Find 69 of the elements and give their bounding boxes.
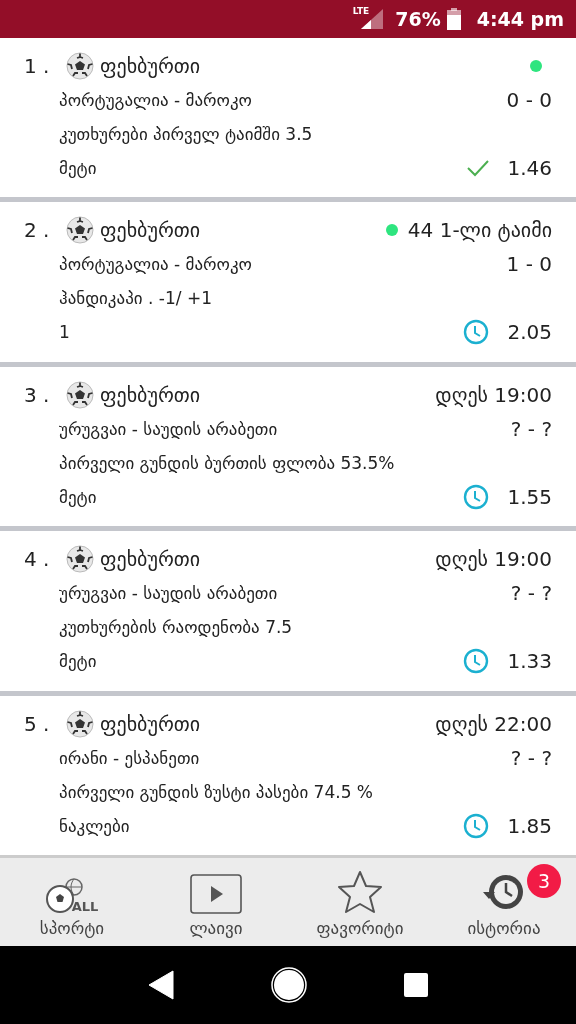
match-time: დღეს 19:00 <box>435 547 552 572</box>
nav-tab[interactable]: ლაივი <box>144 858 288 946</box>
bet-market: კუთხურების რაოდენობა 7.5 <box>59 617 293 638</box>
bet-card[interactable]: 3 . ფეხბურთი დღეს 19:00 ურუგვაი - საუდის არაბეთი ? - ? პირველი გუნდის ბურთის ფლობა 53.5% მეტი 1.55 <box>0 366 576 527</box>
match-score: 1 - 0 <box>506 252 552 277</box>
match-score: ? - ? <box>510 745 552 770</box>
bet-odds: 2.05 <box>507 320 552 345</box>
nav-tab[interactable]: ფავორიტი <box>288 858 432 946</box>
back-icon[interactable] <box>148 970 175 1000</box>
bet-selection: მეტი <box>59 651 97 672</box>
bet-number: 2 . <box>24 218 51 243</box>
match-teams: პორტუგალია - მაროკო <box>59 254 252 275</box>
match-time: 44 1-ლი ტაიმი <box>407 218 552 243</box>
nav-tab[interactable]: ALL სპორტი <box>0 858 144 946</box>
bet-market: პირველი გუნდის ბურთის ფლობა 53.5% <box>59 452 395 473</box>
sport-name: ფეხბურთი <box>100 382 201 407</box>
bet-card[interactable]: 5 . ფეხბურთი დღეს 22:00 ირანი - ესპანეთი ? - ? პირველი გუნდის ზუსტი პასები 74.5 % ნაკლები 1.85 <box>0 695 576 855</box>
soccer-ball-icon <box>66 545 94 574</box>
all-label: ALL <box>71 899 99 914</box>
bet-number: 5 . <box>24 711 51 736</box>
bet-card[interactable]: 4 . ფეხბურთი დღეს 19:00 ურუგვაი - საუდის არაბეთი ? - ? კუთხურების რაოდენობა 7.5 მეტი 1.33 <box>0 531 576 691</box>
match-teams: ურუგვაი - საუდის არაბეთი <box>59 418 278 439</box>
match-score: ? - ? <box>510 581 552 606</box>
bet-selection: მეტი <box>59 486 97 507</box>
sport-name: ფეხბურთი <box>100 547 201 572</box>
bet-market: კუთხურები პირველ ტაიმში 3.5 <box>59 124 313 144</box>
bet-card[interactable]: 2 . ფეხბურთი 44 1-ლი ტაიმი პორტუგალია - მაროკო 1 - 0 ჰანდიკაპი . -1/ +1 1 2.05 <box>0 202 576 362</box>
soccer-ball-icon <box>66 216 94 245</box>
clock-time: 4:44 pm <box>476 8 564 30</box>
bet-card[interactable]: 1 . ფეხბურთი პორტუგალია - მაროკო 0 - 0 კუთხურები პირველ ტაიმში 3.5 მეტი 1.46 <box>0 38 576 198</box>
sport-name: ფეხბურთი <box>100 218 201 243</box>
bet-selection: 1 <box>59 322 70 343</box>
check-icon <box>467 159 490 177</box>
bet-number: 4 . <box>24 547 51 572</box>
network-type: LTE <box>352 6 370 16</box>
bet-market: პირველი გუნდის ზუსტი პასები 74.5 % <box>59 781 374 802</box>
clock-icon <box>463 483 490 510</box>
clock-icon <box>463 648 490 675</box>
match-teams: ურუგვაი - საუდის არაბეთი <box>59 583 278 604</box>
sport-name: ფეხბურთი <box>100 54 201 78</box>
match-score: 0 - 0 <box>506 88 552 112</box>
bet-odds: 1.46 <box>507 156 552 180</box>
bet-number: 1 . <box>24 54 51 78</box>
bet-market: ჰანდიკაპი . -1/ +1 <box>59 288 212 309</box>
nav-tab[interactable]: 3 ისტორია <box>432 858 576 946</box>
count-badge: 3 <box>527 864 561 898</box>
bet-odds: 1.85 <box>507 813 552 838</box>
home-icon[interactable] <box>271 967 307 1003</box>
match-score: ? - ? <box>510 416 552 441</box>
bet-odds: 1.33 <box>507 649 552 674</box>
clock-icon <box>463 319 490 346</box>
sport-name: ფეხბურთი <box>100 711 201 736</box>
bet-odds: 1.55 <box>507 484 552 509</box>
play-icon <box>190 874 242 914</box>
match-time: დღეს 22:00 <box>435 711 552 736</box>
bet-selection: ნაკლები <box>59 815 130 836</box>
star-icon <box>337 870 383 914</box>
match-time: დღეს 19:00 <box>435 382 552 407</box>
clock-icon <box>463 812 490 839</box>
battery-percent: 76% <box>395 8 441 30</box>
soccer-ball-icon <box>66 380 94 409</box>
battery-icon <box>446 8 461 30</box>
bet-selection: მეტი <box>59 158 97 178</box>
match-teams: ირანი - ესპანეთი <box>59 747 200 768</box>
recents-icon[interactable] <box>403 973 428 997</box>
soccer-ball-icon <box>66 52 94 80</box>
soccer-ball-icon <box>66 709 94 738</box>
match-teams: პორტუგალია - მაროკო <box>59 90 252 110</box>
bet-number: 3 . <box>24 382 51 407</box>
